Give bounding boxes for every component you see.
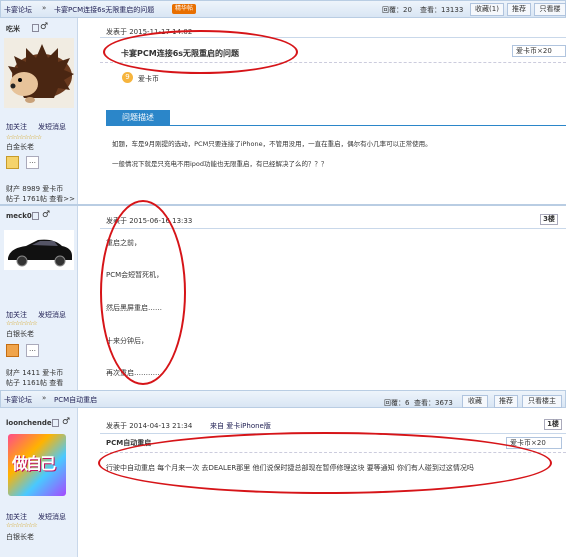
highlight-ellipse bbox=[98, 432, 552, 494]
post3-date: 发表于 2014-04-13 21:34 bbox=[106, 422, 193, 430]
post3-username[interactable]: loonchende bbox=[6, 419, 52, 427]
breadcrumb-sep: » bbox=[42, 4, 47, 12]
post2-avatar[interactable] bbox=[4, 230, 74, 270]
view-label: 查看：13133 bbox=[420, 6, 464, 14]
post1-posts: 帖子 1761帖 查看>> bbox=[6, 195, 76, 203]
coin-label: 爱卡币 bbox=[138, 75, 159, 83]
favorite-button[interactable]: 收藏(1) bbox=[470, 3, 504, 16]
post3-avatar[interactable]: 做自己 bbox=[8, 434, 66, 496]
post3-rank: 白银长老 bbox=[6, 533, 34, 541]
car-avatar-icon bbox=[8, 239, 72, 267]
post2-rank-stars: ☆☆☆☆☆☆☆ bbox=[6, 320, 38, 327]
avatar-text: 做自己 bbox=[12, 454, 56, 473]
post3-follow-link[interactable]: 加关注 bbox=[6, 512, 27, 522]
gender-icon: ♂ bbox=[62, 417, 71, 427]
hedgehog-avatar-icon bbox=[8, 44, 74, 103]
recommend-button[interactable]: 推荐 bbox=[507, 3, 531, 16]
post2-money: 财产 1411 爱卡币 bbox=[6, 369, 64, 377]
section-divider bbox=[106, 125, 566, 126]
post1-message-link[interactable]: 发短消息 bbox=[38, 122, 66, 132]
post-divider bbox=[0, 204, 566, 206]
post1-body-line1: 如题，车是9月刚提的选动，PCM只要连接了iPhone，不管用没用，一直在重启，… bbox=[112, 140, 432, 148]
post1-follow-link[interactable]: 加关注 bbox=[6, 122, 27, 132]
post3-from[interactable]: 来自 爱卡iPhone版 bbox=[210, 421, 271, 431]
breadcrumb-thread[interactable]: PCM自动重启 bbox=[54, 395, 97, 405]
highlight-ellipse bbox=[100, 200, 186, 385]
gender-icon: ♂ bbox=[40, 22, 49, 32]
user-card-icon[interactable] bbox=[32, 24, 39, 32]
coin-icon: 9 bbox=[122, 72, 133, 83]
more-icon[interactable]: … bbox=[26, 344, 39, 357]
post3-rank-stars: ☆☆☆☆☆☆☆ bbox=[6, 522, 38, 529]
post2-follow-link[interactable]: 加关注 bbox=[6, 310, 27, 320]
highlight-ellipse bbox=[103, 30, 298, 74]
medal-icon bbox=[6, 156, 19, 169]
post1-avatar[interactable] bbox=[4, 38, 74, 108]
post2-rank: 白银长老 bbox=[6, 330, 34, 338]
user-card-icon[interactable] bbox=[52, 419, 59, 427]
post2-floor[interactable]: 3楼 bbox=[540, 214, 558, 225]
more-icon[interactable]: … bbox=[26, 156, 39, 169]
reply-label: 回覆：6 bbox=[384, 399, 410, 407]
post3-floor[interactable]: 1楼 bbox=[544, 419, 562, 430]
favorite-button[interactable]: 收藏 bbox=[462, 395, 488, 408]
essence-badge: 精华帖 bbox=[172, 4, 197, 14]
view-label: 查看：3673 bbox=[414, 399, 453, 407]
breadcrumb-thread[interactable]: 卡宴PCM连接6s无限重启的问题 bbox=[54, 5, 154, 15]
medal-icon bbox=[6, 344, 19, 357]
breadcrumb-sep: » bbox=[42, 394, 47, 402]
post1-rank: 白金长老 bbox=[6, 143, 34, 151]
only-owner-button[interactable]: 只看楼主 bbox=[522, 395, 562, 408]
recommend-button[interactable]: 推荐 bbox=[494, 395, 518, 408]
post1-rank-stars: ☆☆☆☆☆☆☆☆ bbox=[6, 134, 42, 141]
breadcrumb-forum[interactable]: 卡宴论坛 bbox=[4, 395, 32, 405]
post1-money: 财产 8989 爱卡币 bbox=[6, 185, 64, 193]
section-tag: 问题描述 bbox=[106, 110, 170, 125]
post1-currency-select[interactable]: 爱卡币×20 bbox=[512, 45, 566, 57]
post2-posts: 帖子 1161帖 查看 bbox=[6, 379, 64, 387]
only-owner-button[interactable]: 只看楼 bbox=[534, 3, 566, 16]
gender-icon: ♂ bbox=[42, 210, 51, 220]
post2-message-link[interactable]: 发短消息 bbox=[38, 310, 66, 320]
reply-label: 回覆：20 bbox=[382, 6, 412, 14]
post1-username[interactable]: 吃米 bbox=[6, 24, 20, 34]
user-card-icon[interactable] bbox=[32, 212, 39, 220]
post3-message-link[interactable]: 发短消息 bbox=[38, 512, 66, 522]
post2-username[interactable]: meck0 bbox=[6, 212, 32, 220]
breadcrumb-forum[interactable]: 卡宴论坛 bbox=[4, 5, 32, 15]
post1-body-line2: 一般情况下就是只充电不用ipod功能也无限重启，有已经解决了么的？？？ bbox=[112, 160, 328, 168]
